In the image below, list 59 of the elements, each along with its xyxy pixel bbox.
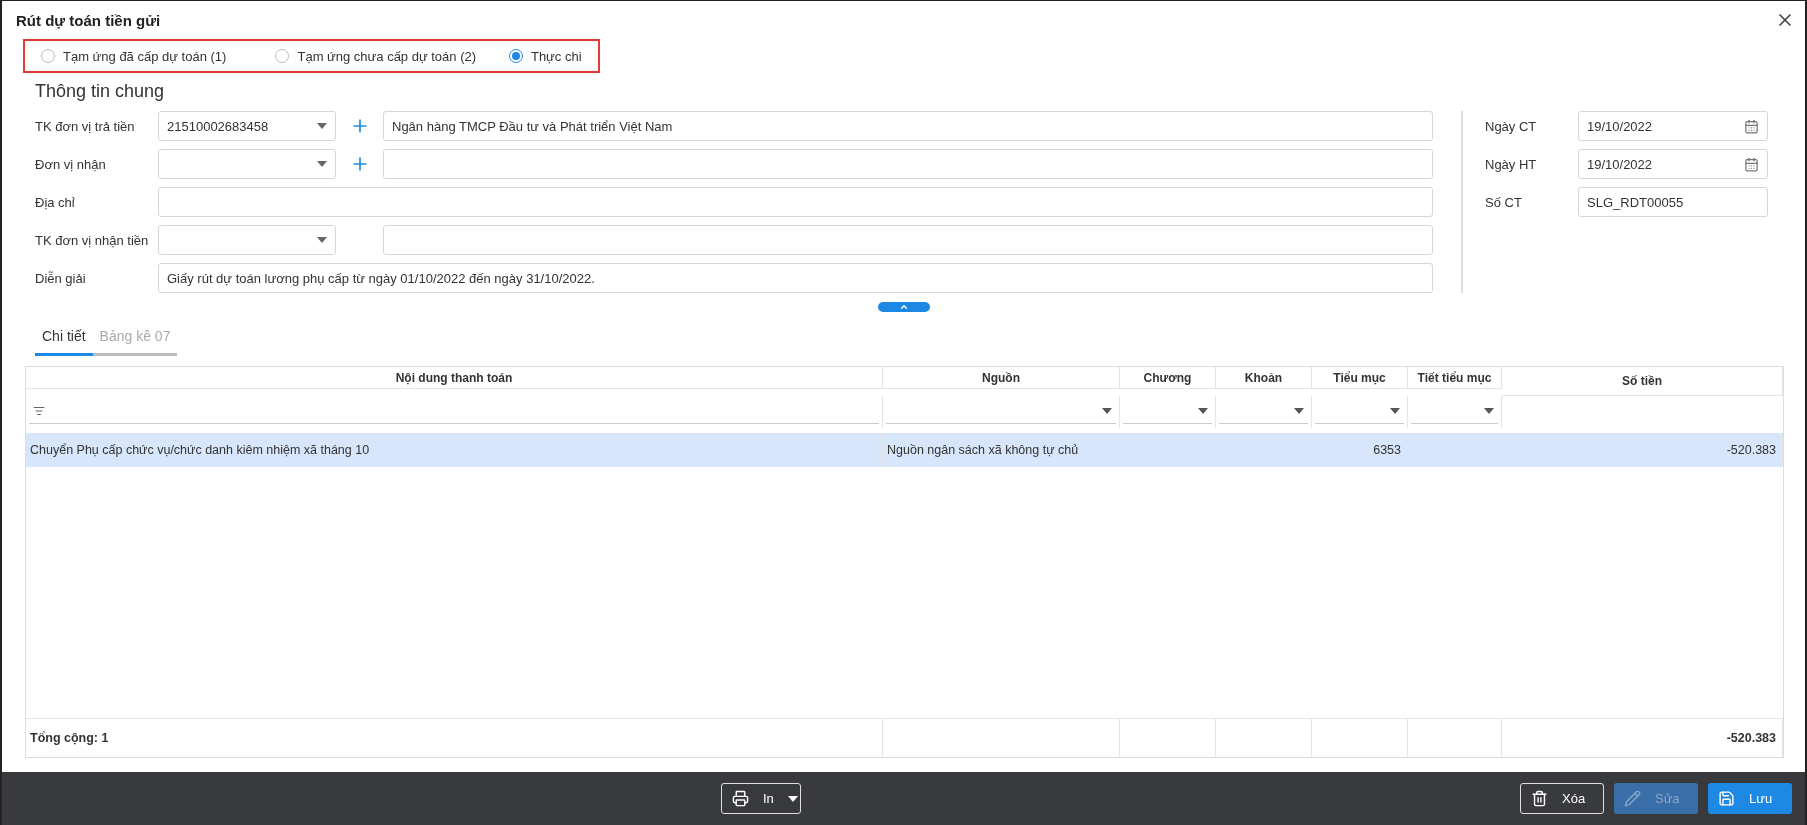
dropdown-field[interactable]	[158, 225, 336, 255]
chevron-up-icon	[898, 302, 909, 312]
date-field[interactable]: 19/10/2022	[1578, 149, 1768, 179]
print-button[interactable]: In	[721, 783, 801, 814]
table-cell: Chuyển Phụ cấp chức vụ/chức danh kiêm nhiệm xã tháng 10	[26, 433, 883, 467]
caret-icon	[1294, 407, 1304, 414]
dialog-title: Rút dự toán tiền gửi	[16, 11, 161, 29]
text-field[interactable]: Giấy rút dự toán lương phụ cấp từ ngày 01/10/2022 đến ngày 31/10/2022.	[158, 263, 1433, 293]
caret-icon	[1198, 407, 1208, 414]
column-header[interactable]: Chương	[1120, 367, 1216, 389]
caret-icon	[1390, 407, 1400, 414]
text-field[interactable]	[383, 225, 1433, 255]
field-label: Số CT	[1485, 194, 1523, 210]
calendar-icon	[1744, 156, 1759, 172]
field-label: Diễn giải	[35, 270, 87, 286]
dropdown-field[interactable]: 21510002683458	[158, 111, 336, 141]
column-header[interactable]: Nguồn	[883, 367, 1120, 389]
text-field[interactable]	[383, 149, 1433, 179]
field-label: Ngày HT	[1485, 156, 1538, 172]
table-cell: -520.383	[1502, 433, 1783, 467]
field-label: TK đơn vị trả tiền	[35, 118, 136, 134]
calendar-icon	[1744, 118, 1759, 134]
radio-option[interactable]: Tạm ứng đã cấp dự toán (1)	[41, 48, 276, 64]
radio-option[interactable]: Thực chi	[508, 48, 598, 64]
field-label: Đơn vị nhận	[35, 156, 107, 172]
delete-button[interactable]: Xóa	[1520, 783, 1604, 814]
printer-icon	[732, 790, 749, 807]
collapse-button[interactable]	[877, 302, 930, 312]
column-header[interactable]: Nội dung thanh toán	[26, 367, 883, 389]
save-button[interactable]: Lưu	[1708, 783, 1792, 814]
total-count: Tổng cộng: 1	[26, 719, 883, 757]
dropdown-field[interactable]	[158, 149, 336, 179]
caret-icon	[1484, 407, 1494, 414]
section-title: Thông tin chung	[35, 81, 166, 103]
field-label: Ngày CT	[1485, 118, 1538, 134]
column-header[interactable]: Tiểu mục	[1312, 367, 1408, 389]
column-header[interactable]: Khoản	[1216, 367, 1312, 389]
table-cell: Nguồn ngân sách xã không tự chủ	[883, 433, 1120, 467]
caret-icon	[787, 795, 798, 802]
pencil-icon	[1624, 790, 1641, 807]
caret-icon	[317, 237, 327, 243]
caret-icon	[317, 123, 327, 129]
field-label: Địa chỉ	[35, 194, 76, 210]
filter-icon	[33, 404, 45, 417]
caret-icon	[317, 161, 327, 167]
date-field[interactable]: 19/10/2022	[1578, 111, 1768, 141]
caret-icon	[1102, 407, 1112, 414]
tab[interactable]: Chi tiết	[35, 320, 93, 356]
text-field[interactable]	[158, 187, 1433, 217]
column-header[interactable]: Số tiền	[1502, 367, 1783, 396]
radio-option[interactable]: Tạm ứng chưa cấp dự toán (2)	[275, 48, 509, 64]
table-cell: 6353	[1312, 433, 1408, 467]
text-field[interactable]: Ngân hàng TMCP Đầu tư và Phát triển Việt Nam	[383, 111, 1433, 141]
table-row[interactable]: Chuyển Phụ cấp chức vụ/chức danh kiêm nhiệm xã tháng 10 Nguồn ngân sách xã không tự chủ 6353 -520.383	[26, 433, 1783, 467]
field-label: TK đơn vị nhận tiền	[35, 232, 150, 248]
total-amount: -520.383	[1502, 719, 1783, 757]
text-field[interactable]: SLG_RDT00055	[1578, 187, 1768, 217]
trash-icon	[1531, 790, 1548, 807]
column-header[interactable]: Tiết tiểu mục	[1408, 367, 1502, 389]
